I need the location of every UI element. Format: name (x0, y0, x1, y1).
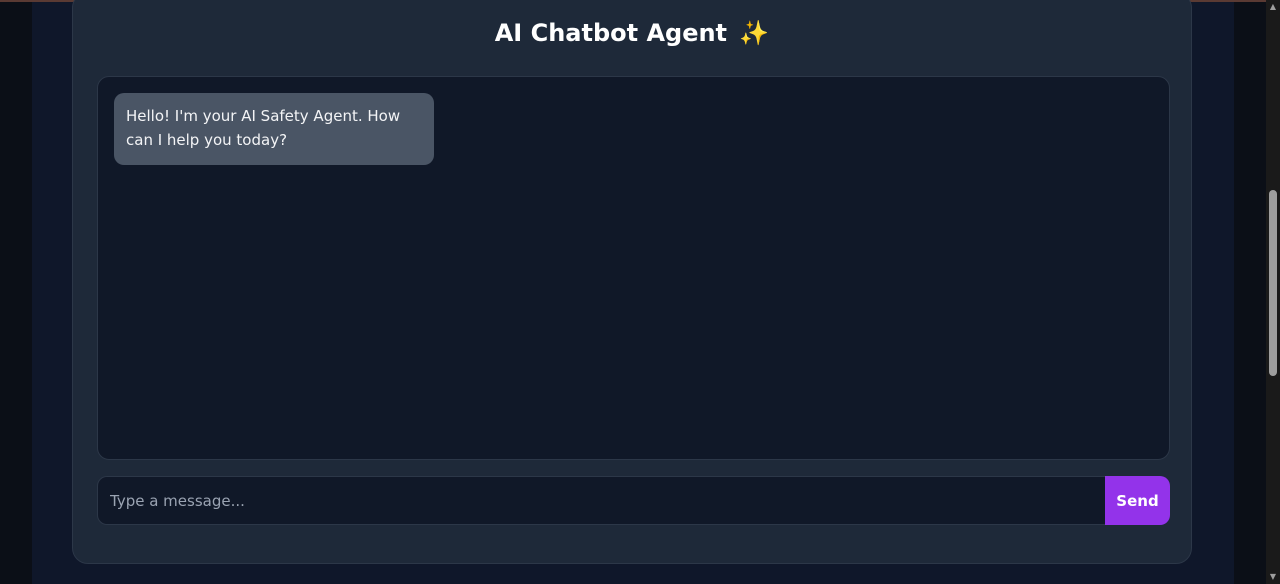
page-scrollbar[interactable]: ▲ ▼ (1266, 0, 1280, 584)
message-input[interactable] (97, 476, 1107, 525)
send-button[interactable]: Send (1105, 476, 1170, 525)
title-text: AI Chatbot Agent (494, 19, 728, 47)
message-composer: Send (97, 476, 1170, 525)
page-title: AI Chatbot Agent ✨ (73, 13, 1191, 53)
scroll-up-arrow-icon[interactable]: ▲ (1266, 0, 1280, 14)
scroll-thumb[interactable] (1269, 190, 1277, 376)
assistant-message-bubble: Hello! I'm your AI Safety Agent. How can… (114, 93, 434, 165)
sparkles-icon: ✨ (739, 19, 770, 47)
chat-messages-area[interactable]: Hello! I'm your AI Safety Agent. How can… (97, 76, 1170, 460)
scroll-down-arrow-icon[interactable]: ▼ (1266, 570, 1280, 584)
